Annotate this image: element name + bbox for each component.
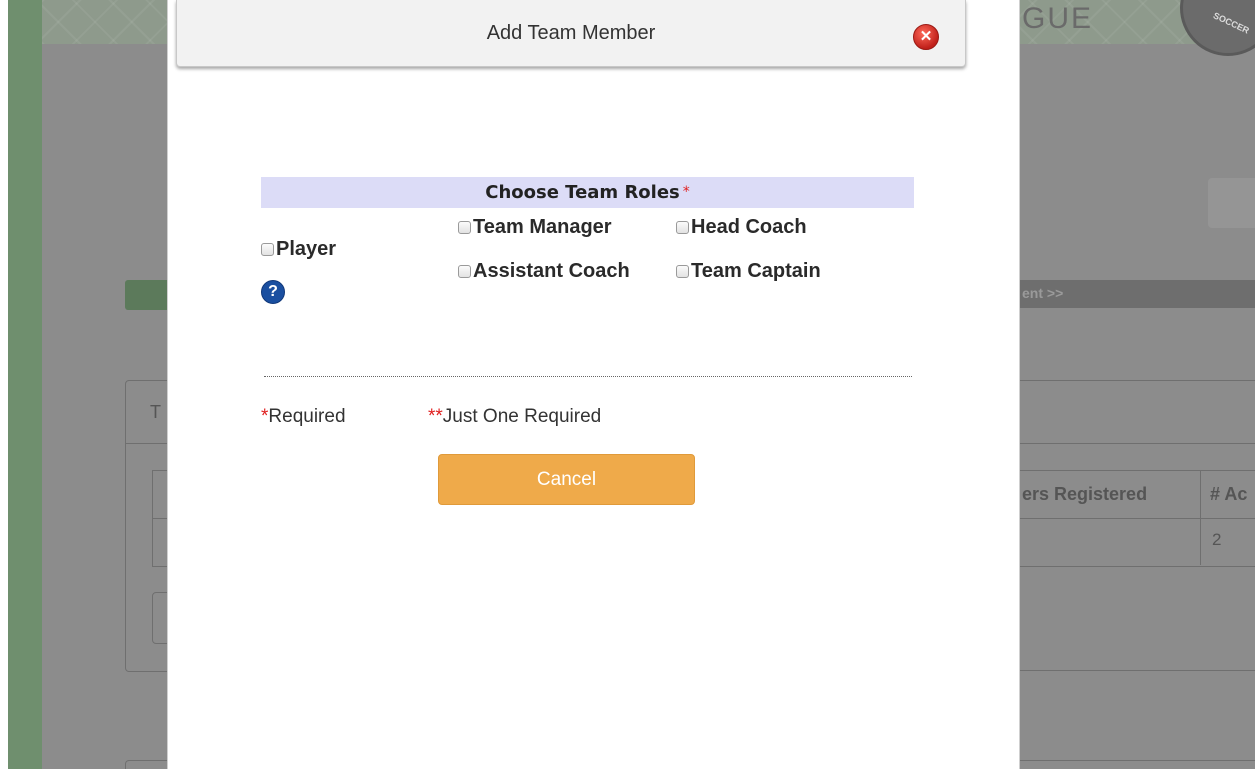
assistant-coach-label: Assistant Coach [473, 260, 630, 282]
modal-title: Add Team Member [486, 22, 656, 44]
cancel-button[interactable]: Cancel [438, 454, 695, 505]
team-captain-checkbox[interactable] [676, 265, 689, 278]
legend-one-text: Just One Required [442, 406, 602, 427]
legend-required: *Required [261, 406, 346, 428]
bg-right-button [1208, 178, 1255, 228]
close-icon[interactable]: ✕ [913, 24, 939, 50]
bg-table-header-registered: ers Registered [1022, 484, 1148, 504]
modal-titlebar: Add Team Member ✕ [176, 0, 966, 67]
role-team-manager[interactable]: Team Manager [458, 216, 612, 239]
bg-league-text: GUE [1022, 2, 1094, 35]
bg-table-value: 2 [1212, 530, 1222, 549]
add-team-member-modal: Add Team Member ✕ Choose Team Roles * Pla… [167, 0, 1020, 769]
bg-right-line [1020, 443, 1255, 444]
bg-left-strip [0, 0, 8, 769]
head-coach-checkbox[interactable] [676, 221, 689, 234]
bg-right-table-colline [1200, 470, 1201, 565]
bg-table-header-ac: # Ac [1210, 484, 1248, 504]
bg-right-line [1020, 380, 1255, 381]
head-coach-label: Head Coach [691, 216, 807, 238]
bg-bottom-right-line [1020, 760, 1255, 761]
bg-right-table-rowline [1020, 518, 1255, 519]
legend-one-marker: ** [428, 406, 443, 427]
legend-required-text: Required [268, 406, 346, 427]
player-checkbox[interactable] [261, 243, 274, 256]
help-icon[interactable]: ? [261, 280, 285, 304]
player-label: Player [276, 238, 337, 260]
legend-just-one-required: **Just One Required [428, 406, 601, 428]
role-player[interactable]: Player [261, 238, 336, 261]
team-manager-checkbox[interactable] [458, 221, 471, 234]
role-assistant-coach[interactable]: Assistant Coach [458, 260, 630, 283]
bg-right-line [1020, 670, 1255, 671]
role-head-coach[interactable]: Head Coach [676, 216, 807, 239]
team-captain-label: Team Captain [691, 260, 821, 282]
role-team-captain[interactable]: Team Captain [676, 260, 821, 283]
required-marker: * [682, 184, 690, 200]
dotted-separator [264, 376, 912, 377]
bg-green-band [8, 0, 42, 769]
roles-header-text: Choose Team Roles [485, 182, 680, 203]
bg-step-text: ent >> [1022, 285, 1064, 301]
choose-team-roles-header: Choose Team Roles * [261, 177, 914, 208]
bg-left-panel-letter: T [150, 402, 161, 422]
assistant-coach-checkbox[interactable] [458, 265, 471, 278]
team-manager-label: Team Manager [473, 216, 612, 238]
